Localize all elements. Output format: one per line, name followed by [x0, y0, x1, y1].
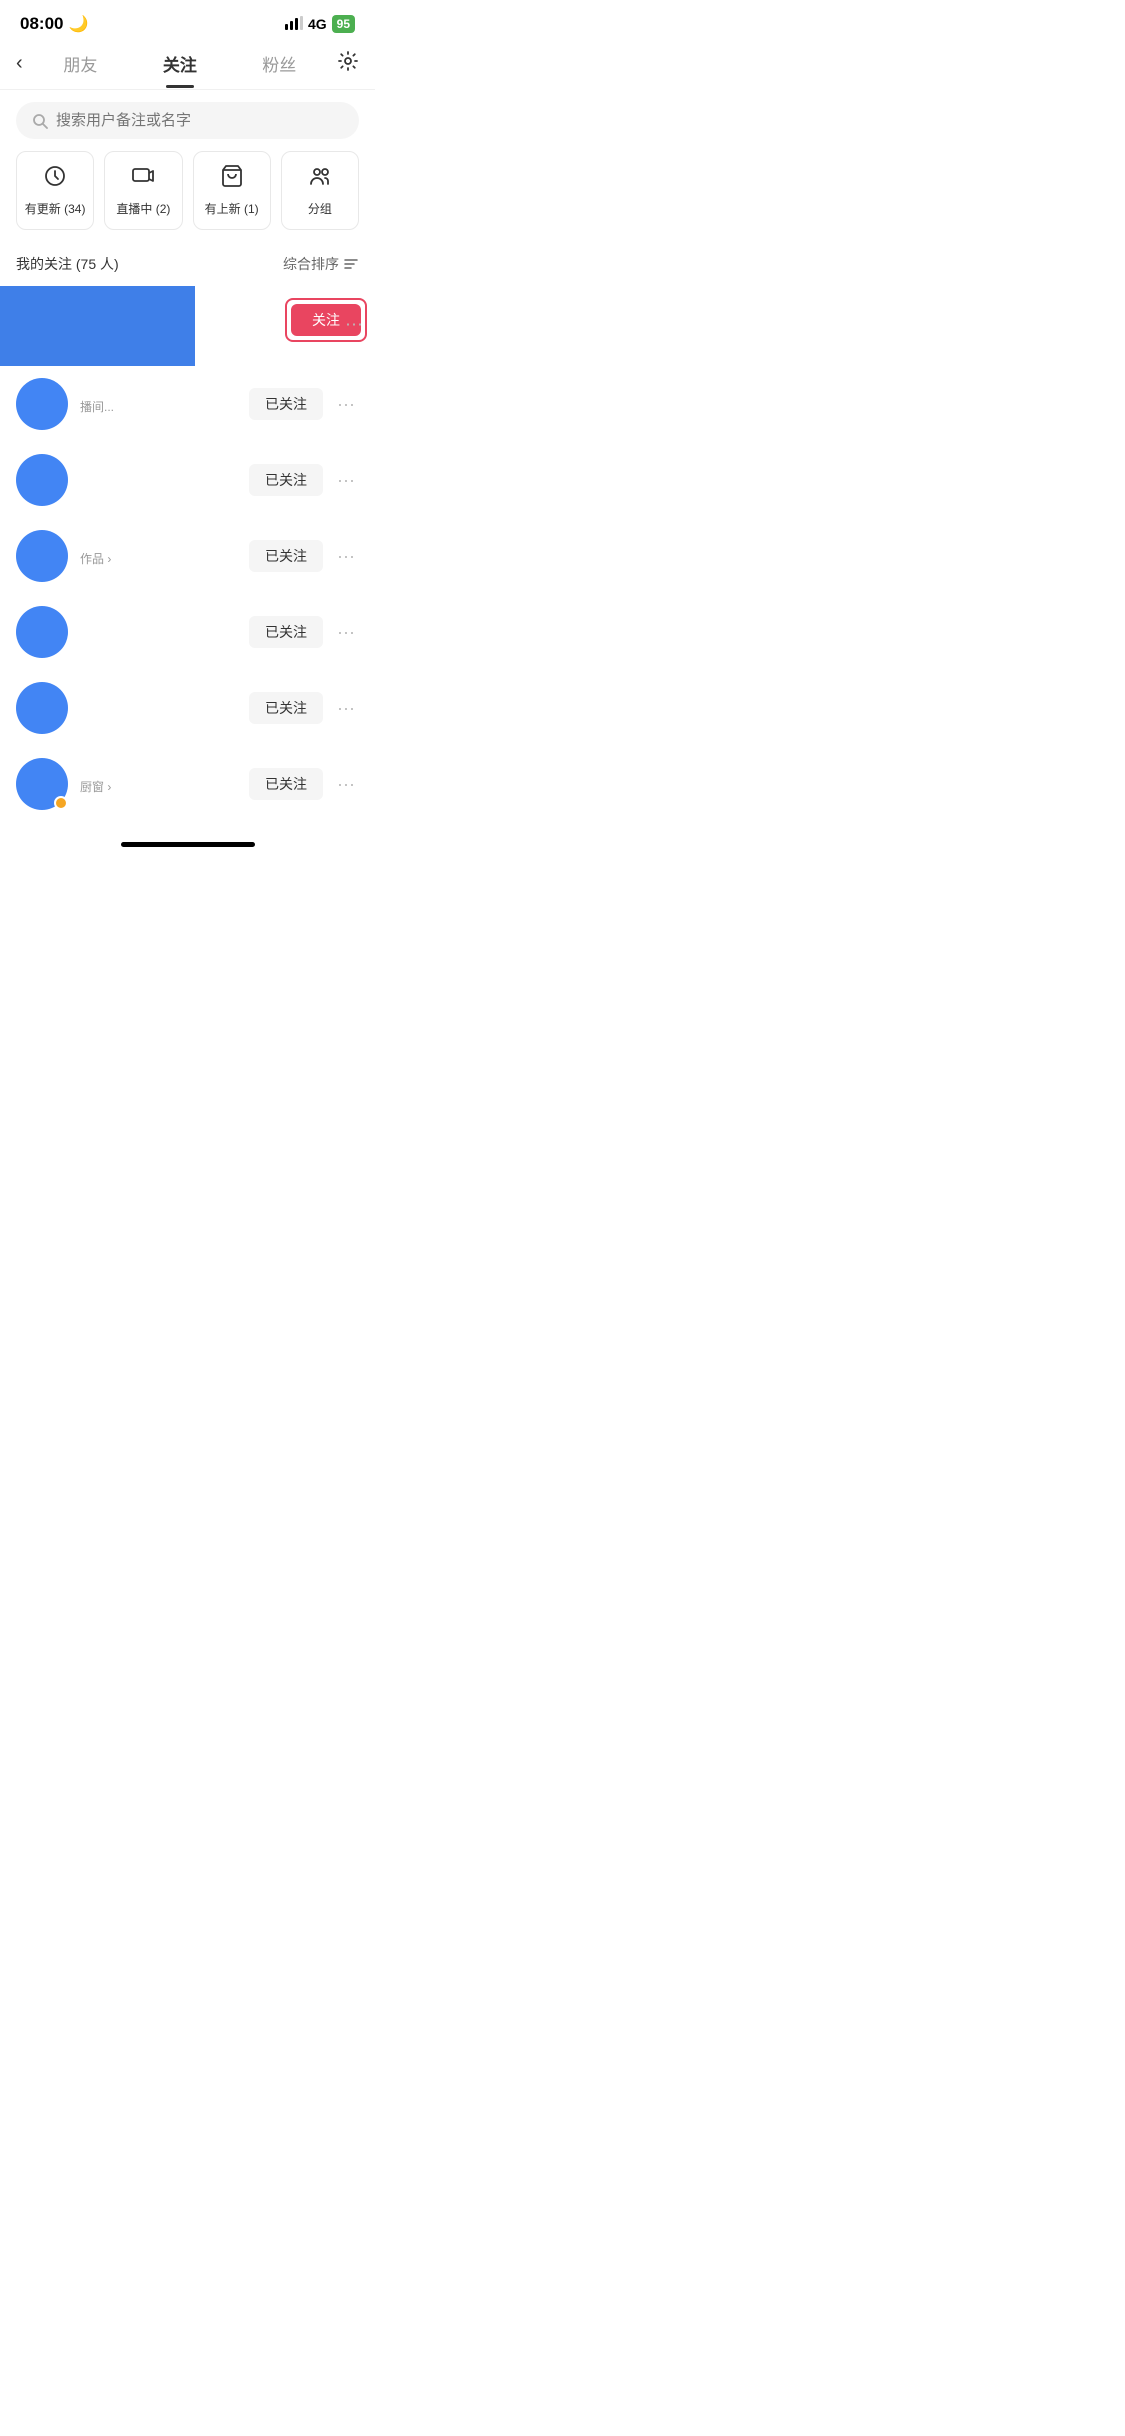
filter-groups[interactable]: 分组 — [281, 151, 359, 230]
tab-fans[interactable]: 粉丝 — [230, 51, 329, 88]
orange-badge-7 — [54, 796, 68, 810]
status-icons: 4G 95 — [285, 15, 355, 33]
user-info-4: 作品 › — [80, 546, 237, 567]
user-sub-2: 播间... — [80, 398, 237, 415]
search-bar[interactable] — [16, 102, 359, 139]
following-count: 我的关注 (75 人) — [16, 254, 119, 274]
live-label: 直播中 (2) — [116, 200, 170, 217]
avatar-4 — [16, 530, 68, 582]
follow-button-3[interactable]: 已关注 — [249, 464, 323, 496]
user-item-3: 已关注 ··· — [0, 442, 375, 518]
groups-icon — [308, 164, 332, 194]
filter-new-items[interactable]: 有上新 (1) — [193, 151, 271, 230]
groups-label: 分组 — [308, 200, 332, 217]
user-list: 作品 › 关注 ··· 播间... 已关注 ··· 已 — [0, 286, 375, 822]
status-bar: 08:00 🌙 4G 95 — [0, 0, 375, 42]
follow-button-4[interactable]: 已关注 — [249, 540, 323, 572]
updates-label: 有更新 (34) — [25, 200, 86, 217]
user-item-1-wrapper: 作品 › 关注 ··· — [0, 286, 375, 366]
user-info-5 — [80, 630, 237, 634]
tab-following[interactable]: 关注 — [130, 51, 229, 88]
avatar-wrapper-7 — [16, 758, 68, 810]
action-area-5: 已关注 ··· — [249, 616, 359, 648]
avatar-6 — [16, 682, 68, 734]
more-button-7[interactable]: ··· — [333, 770, 359, 799]
filter-live[interactable]: 直播中 (2) — [104, 151, 182, 230]
sort-label: 综合排序 — [283, 254, 339, 274]
follow-button-2[interactable]: 已关注 — [249, 388, 323, 420]
back-button[interactable]: ‹ — [16, 52, 31, 87]
battery-icon: 95 — [332, 15, 355, 33]
network-type: 4G — [308, 16, 327, 32]
home-indicator — [121, 842, 255, 847]
search-input[interactable] — [56, 112, 343, 129]
signal-icon — [285, 16, 303, 33]
more-button-2[interactable]: ··· — [333, 390, 359, 419]
action-area-3: 已关注 ··· — [249, 464, 359, 496]
more-button-5[interactable]: ··· — [333, 618, 359, 647]
user-item-4: 作品 › 已关注 ··· — [0, 518, 375, 594]
status-time: 08:00 — [20, 14, 63, 34]
action-area-2: 已关注 ··· — [249, 388, 359, 420]
more-button-6[interactable]: ··· — [333, 694, 359, 723]
follow-button-6[interactable]: 已关注 — [249, 692, 323, 724]
follow-button-5[interactable]: 已关注 — [249, 616, 323, 648]
section-header: 我的关注 (75 人) 综合排序 — [0, 246, 375, 286]
avatar-2 — [16, 378, 68, 430]
settings-button[interactable] — [329, 50, 359, 89]
user-item-6: 已关注 ··· — [0, 670, 375, 746]
more-button-4[interactable]: ··· — [333, 542, 359, 571]
live-icon — [131, 164, 155, 194]
action-area-4: 已关注 ··· — [249, 540, 359, 572]
action-area-6: 已关注 ··· — [249, 692, 359, 724]
nav-tabs: ‹ 朋友 关注 粉丝 — [0, 42, 375, 90]
avatar-5 — [16, 606, 68, 658]
filter-cards: 有更新 (34) 直播中 (2) 有上新 (1) — [0, 151, 375, 246]
blue-overlay — [0, 286, 195, 366]
user-sub-7: 厨窗 › — [80, 778, 237, 795]
user-info-2: 播间... — [80, 394, 237, 415]
user-item-7: 厨窗 › 已关注 ··· — [0, 746, 375, 822]
user-info-3 — [80, 478, 237, 482]
action-area-7: 已关注 ··· — [249, 768, 359, 800]
search-icon — [32, 113, 48, 129]
moon-icon: 🌙 — [68, 14, 88, 34]
sort-icon — [343, 256, 359, 272]
more-button-3[interactable]: ··· — [333, 466, 359, 495]
user-item-2: 播间... 已关注 ··· — [0, 366, 375, 442]
avatar-3 — [16, 454, 68, 506]
updates-icon — [43, 164, 67, 194]
filter-updates[interactable]: 有更新 (34) — [16, 151, 94, 230]
shop-icon — [220, 164, 244, 194]
sort-button[interactable]: 综合排序 — [283, 254, 359, 274]
new-items-label: 有上新 (1) — [205, 200, 259, 217]
follow-button-7[interactable]: 已关注 — [249, 768, 323, 800]
user-info-7: 厨窗 › — [80, 774, 237, 795]
user-item-5: 已关注 ··· — [0, 594, 375, 670]
more-button-1[interactable]: ··· — [341, 310, 367, 338]
tab-friends[interactable]: 朋友 — [31, 51, 130, 88]
user-sub-4: 作品 › — [80, 550, 237, 567]
user-info-6 — [80, 706, 237, 710]
